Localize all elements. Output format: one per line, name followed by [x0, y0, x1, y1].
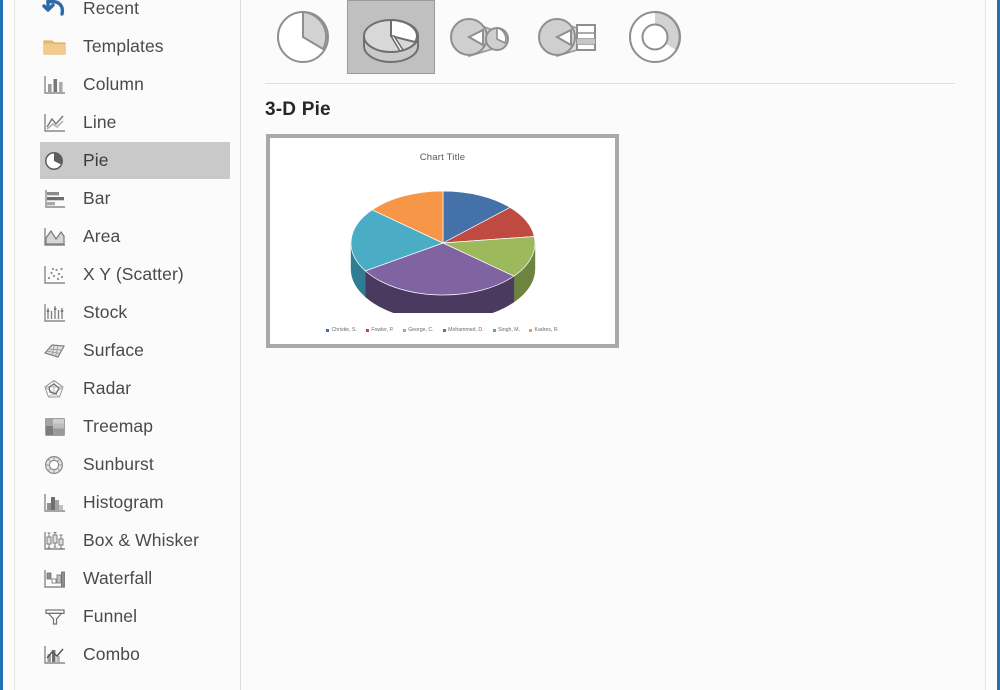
sidebar-item-label: Column [83, 74, 144, 94]
sidebar-item-box-whisker[interactable]: Box & Whisker [40, 522, 230, 559]
chart-preview-frame[interactable]: Chart Title Christie, S. Fowler, P. George… [266, 134, 619, 348]
sidebar-item-label: Line [83, 112, 117, 132]
legend-item: Mohammed, D. [442, 326, 484, 333]
doughnut-subtype-icon [623, 6, 687, 68]
chart-preview-pane: 3-D Pie Chart Title Christie, S. Fowler, … [241, 0, 985, 690]
sidebar-item-waterfall[interactable]: Waterfall [40, 560, 230, 597]
sidebar-item-radar[interactable]: Radar [40, 370, 230, 407]
legend-swatch [365, 328, 369, 332]
legend-item: George, C. [402, 326, 434, 333]
chart-subtype-pie-3d-button[interactable] [347, 0, 435, 74]
sidebar-item-label: Radar [83, 378, 132, 398]
page-title: 3-D Pie [265, 99, 331, 120]
scatter-chart-icon [40, 261, 70, 289]
sidebar-item-line[interactable]: Line [40, 104, 230, 141]
chart-title: Chart Title [419, 152, 466, 163]
chart-subtype-bar-of-pie-button[interactable] [523, 0, 611, 74]
sidebar-item-label: Treemap [83, 416, 154, 436]
legend-swatch [492, 328, 496, 332]
sidebar-item-label: Waterfall [83, 568, 153, 588]
chart-subtype-toolbar[interactable] [259, 0, 699, 74]
pie-3d-subtype-icon [359, 6, 423, 68]
stock-chart-icon [40, 299, 70, 327]
legend-label: George, C. [408, 326, 434, 333]
bar-of-pie-subtype-icon [535, 6, 599, 68]
sidebar-item-bar[interactable]: Bar [40, 180, 230, 217]
line-chart-icon [40, 109, 70, 137]
sidebar-item-label: Area [83, 226, 121, 246]
sidebar-item-label: Histogram [83, 492, 164, 512]
chart-legend: Christie, S. Fowler, P. George, C. Mohammed… [271, 326, 614, 333]
sidebar-item-column[interactable]: Column [40, 66, 230, 103]
legend-label: Kadres, R. [534, 326, 560, 333]
sidebar-item-label: Bar [83, 188, 111, 208]
sidebar-item-label: Surface [83, 340, 145, 360]
sidebar-item-pie[interactable]: Pie [40, 142, 230, 179]
toolbar-separator [265, 83, 955, 84]
legend-item: Fowler, P. [365, 326, 394, 333]
sidebar-item-label: Templates [83, 36, 164, 56]
sidebar-item-funnel[interactable]: Funnel [40, 598, 230, 635]
sidebar-item-label: Funnel [83, 606, 138, 626]
legend-label: Christie, S. [331, 326, 357, 333]
sidebar-item-treemap[interactable]: Treemap [40, 408, 230, 445]
legend-item: Singh, M. [492, 326, 521, 333]
legend-swatch [529, 328, 533, 332]
legend-swatch [325, 328, 329, 332]
pie-of-pie-subtype-icon [447, 6, 511, 68]
legend-item: Kadres, R. [529, 326, 560, 333]
legend-item: Christie, S. [325, 326, 357, 333]
surface-chart-icon [40, 337, 70, 365]
sidebar-item-histogram[interactable]: Histogram [40, 484, 230, 521]
sidebar-item-x-y-scatter[interactable]: X Y (Scatter) [40, 256, 230, 293]
sidebar-item-stock[interactable]: Stock [40, 294, 230, 331]
chart-category-sidebar[interactable]: Recent Templates Column Line Pie Bar Area X Y (… [15, 0, 233, 690]
sidebar-item-label: Stock [83, 302, 128, 322]
chart-preview-canvas: Chart Title Christie, S. Fowler, P. George… [270, 138, 615, 344]
legend-label: Mohammed, D. [448, 326, 484, 333]
pie-3d-graphic [271, 165, 614, 313]
sidebar-item-area[interactable]: Area [40, 218, 230, 255]
sidebar-item-label: Pie [83, 150, 109, 170]
chart-subtype-pie-button[interactable] [259, 0, 347, 74]
area-chart-icon [40, 223, 70, 251]
sidebar-item-combo[interactable]: Combo [40, 636, 230, 673]
bar-chart-icon [40, 185, 70, 213]
funnel-chart-icon [40, 603, 70, 631]
legend-swatch [442, 328, 446, 332]
treemap-chart-icon [40, 413, 70, 441]
sidebar-item-label: X Y (Scatter) [83, 264, 184, 284]
sunburst-chart-icon [40, 451, 70, 479]
insert-chart-dialog: Recent Templates Column Line Pie Bar Area X Y (… [0, 0, 1000, 690]
sidebar-item-templates[interactable]: Templates [40, 28, 230, 65]
radar-chart-icon [40, 375, 70, 403]
pie-subtype-icon [271, 6, 335, 68]
combo-chart-icon [40, 641, 70, 669]
dialog-inner: Recent Templates Column Line Pie Bar Area X Y (… [6, 0, 994, 690]
legend-label: Singh, M. [498, 326, 521, 333]
sidebar-item-label: Recent [83, 0, 140, 18]
sidebar-item-recent[interactable]: Recent [40, 0, 230, 27]
legend-swatch [402, 328, 406, 332]
chart-subtype-pie-of-pie-button[interactable] [435, 0, 523, 74]
histogram-chart-icon [40, 489, 70, 517]
sidebar-item-label: Box & Whisker [83, 530, 200, 550]
recent-undo-arrow-icon [40, 0, 70, 23]
sidebar-item-sunburst[interactable]: Sunburst [40, 446, 230, 483]
dialog-body: Recent Templates Column Line Pie Bar Area X Y (… [14, 0, 986, 690]
pie-chart-icon [40, 147, 70, 175]
templates-folder-icon [40, 33, 70, 61]
chart-subtype-doughnut-button[interactable] [611, 0, 699, 74]
waterfall-chart-icon [40, 565, 70, 593]
column-chart-icon [40, 71, 70, 99]
sidebar-item-label: Sunburst [83, 454, 154, 474]
sidebar-item-label: Combo [83, 644, 140, 664]
sidebar-item-surface[interactable]: Surface [40, 332, 230, 369]
box-whisker-chart-icon [40, 527, 70, 555]
legend-label: Fowler, P. [371, 326, 394, 333]
